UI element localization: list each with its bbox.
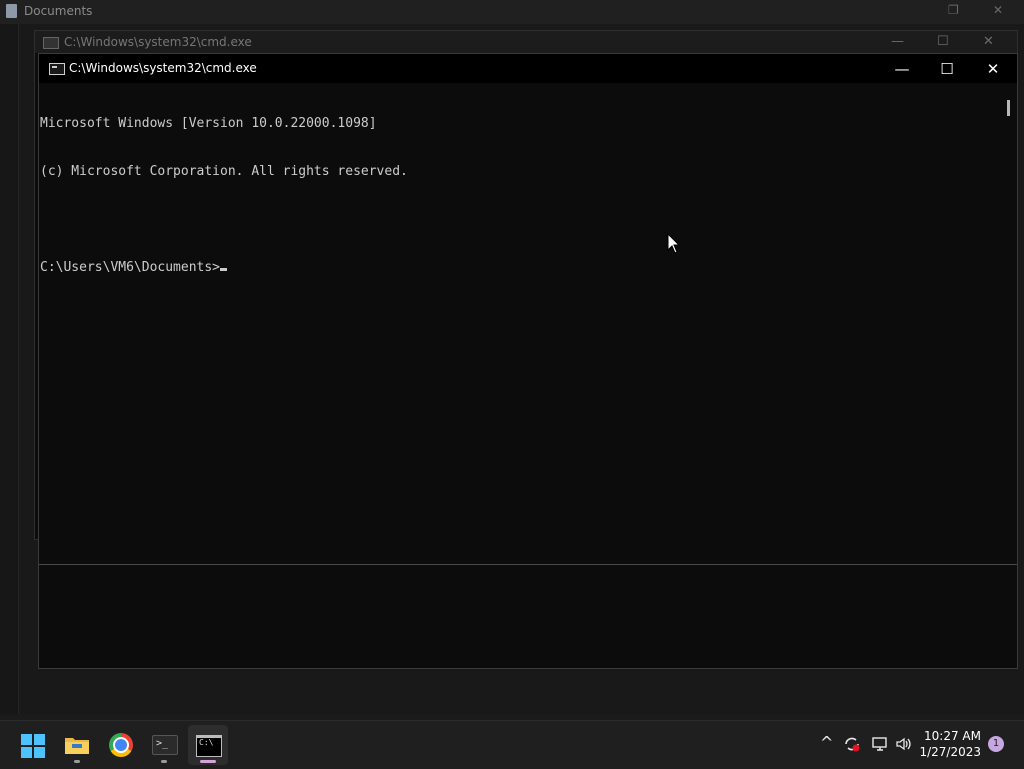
clock-time: 10:27 AM xyxy=(924,729,981,743)
cmd-back-titlebar[interactable]: C:\Windows\system32\cmd.exe — ☐ ✕ xyxy=(35,31,1017,53)
document-icon xyxy=(6,4,17,18)
console-line: Microsoft Windows [Version 10.0.22000.10… xyxy=(40,116,377,131)
cmd-back-title: C:\Windows\system32\cmd.exe xyxy=(64,35,252,49)
console-line: (c) Microsoft Corporation. All rights re… xyxy=(40,164,408,179)
explorer-nav-pane xyxy=(0,24,19,714)
console-output[interactable]: Microsoft Windows [Version 10.0.22000.10… xyxy=(39,83,1002,565)
mouse-pointer-icon xyxy=(667,233,681,254)
sync-icon[interactable] xyxy=(843,735,861,753)
close-button[interactable]: ✕ xyxy=(979,59,1007,79)
cmd-title: C:\Windows\system32\cmd.exe xyxy=(69,61,257,75)
explorer-title: Documents xyxy=(24,4,93,18)
network-icon[interactable] xyxy=(871,735,889,753)
notification-badge[interactable]: 1 xyxy=(988,736,1004,752)
console-prompt: C:\Users\VM6\Documents> xyxy=(40,260,221,275)
minimize-button[interactable]: — xyxy=(888,59,916,79)
cmd-back-close-button[interactable]: ✕ xyxy=(983,34,994,49)
explorer-restore-button[interactable]: ❐ xyxy=(948,3,959,17)
volume-icon[interactable] xyxy=(895,735,913,753)
console-prompt-line[interactable]: C:\Users\VM6\Documents> xyxy=(40,260,1002,276)
cmd-back-maximize-button[interactable]: ☐ xyxy=(937,34,949,49)
clock[interactable]: 10:27 AM 1/27/2023 xyxy=(919,728,981,760)
vertical-scrollbar[interactable] xyxy=(1001,83,1017,564)
system-tray: ^ 10:27 AM 1/27/2023 1 xyxy=(0,721,1024,769)
cmd-titlebar[interactable]: C:\Windows\system32\cmd.exe — ☐ ✕ xyxy=(39,54,1017,83)
explorer-titlebar[interactable]: Documents ❐ ✕ xyxy=(0,0,1024,24)
explorer-close-button[interactable]: ✕ xyxy=(993,3,1003,17)
console-lower-pane xyxy=(39,565,1001,668)
cmd-app-icon[interactable] xyxy=(49,63,65,75)
text-cursor xyxy=(220,268,228,271)
show-hidden-icons-chevron-icon[interactable]: ^ xyxy=(820,733,833,752)
maximize-button[interactable]: ☐ xyxy=(933,59,961,79)
cmd-app-icon xyxy=(43,37,59,49)
cmd-window[interactable]: C:\Windows\system32\cmd.exe — ☐ ✕ Micros… xyxy=(38,53,1018,669)
taskbar: >_ C:\ ^ 10:27 AM 1/27/2023 1 xyxy=(0,720,1024,769)
cmd-back-minimize-button[interactable]: — xyxy=(891,34,904,49)
clock-date: 1/27/2023 xyxy=(919,745,981,759)
scrollbar-thumb[interactable] xyxy=(1007,100,1010,116)
